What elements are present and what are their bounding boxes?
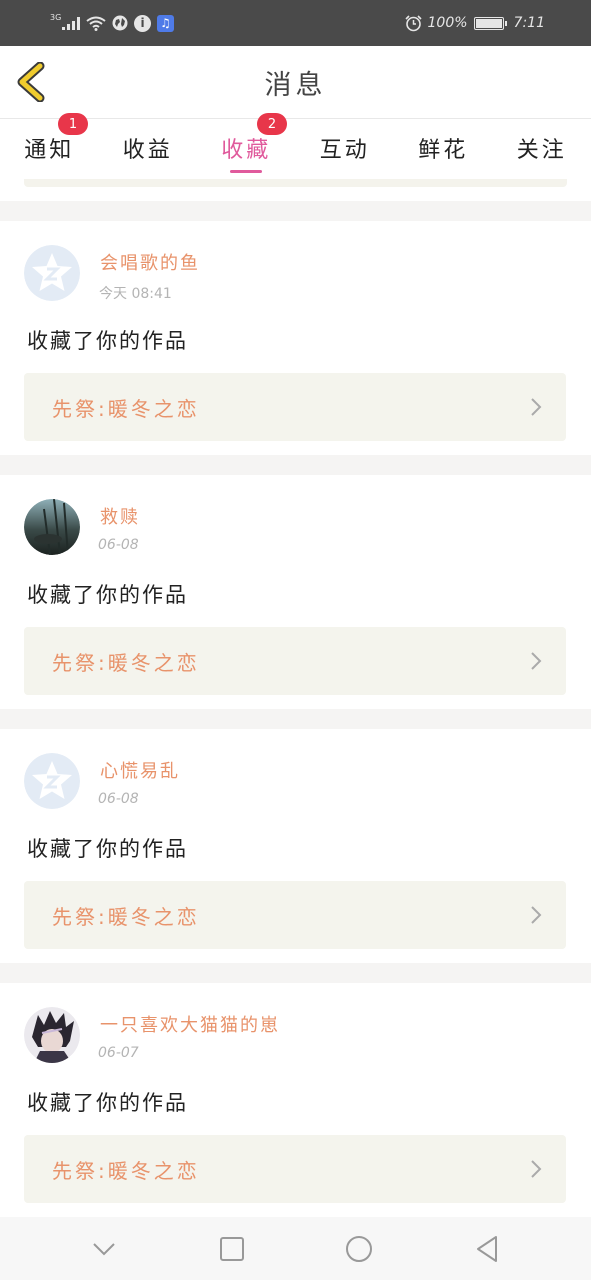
info-icon: i [134, 14, 151, 32]
timestamp: 今天 08:41 [99, 286, 172, 302]
default-avatar-icon [24, 245, 80, 301]
user-name[interactable]: 救赎 [100, 503, 140, 529]
timestamp: 06-08 [98, 537, 139, 553]
system-nav-bar [0, 1217, 591, 1280]
message-list[interactable]: 会唱歌的鱼 今天 08:41 收藏了你的作品 先祭:暖冬之恋 救赎 06-08 … [0, 179, 591, 1217]
tab-favorites[interactable]: 收藏 2 [197, 113, 296, 179]
signal-icon: 3G [50, 13, 80, 30]
music-icon: ♫ [157, 14, 174, 32]
tab-bar: 通知 1 收益 收藏 2 互动 鲜花 关注 [0, 113, 591, 179]
tab-label: 关注 [516, 138, 567, 163]
work-title: 先祭:暖冬之恋 [52, 1159, 200, 1183]
tab-label: 互动 [319, 138, 370, 163]
photo-avatar-icon [24, 499, 80, 555]
action-text: 收藏了你的作品 [27, 837, 188, 861]
user-name[interactable]: 一只喜欢大猫猫的崽 [100, 1011, 280, 1037]
wifi-icon [86, 16, 106, 31]
previous-card-remnant [0, 179, 591, 201]
list-item: 会唱歌的鱼 今天 08:41 收藏了你的作品 先祭:暖冬之恋 [0, 221, 591, 455]
battery-percent: 100% [427, 15, 468, 31]
back-button[interactable] [14, 61, 50, 103]
square-icon [219, 1236, 244, 1261]
alarm-icon [404, 14, 422, 32]
chevron-right-icon [531, 906, 542, 924]
chevron-left-icon [17, 61, 45, 103]
work-link[interactable]: 先祭:暖冬之恋 [24, 881, 566, 949]
tab-notifications[interactable]: 通知 1 [0, 113, 99, 179]
globe-icon [112, 15, 128, 31]
network-type: 3G [50, 13, 62, 22]
avatar[interactable] [24, 1007, 80, 1063]
battery-icon [473, 16, 507, 30]
status-left: 3G i ♫ [50, 13, 174, 32]
list-item: 救赎 06-08 收藏了你的作品 先祭:暖冬之恋 [0, 475, 591, 709]
back-nav-button[interactable] [467, 1229, 507, 1269]
tab-label: 收益 [122, 138, 173, 163]
timestamp: 06-07 [98, 1045, 139, 1061]
home-button[interactable] [339, 1229, 379, 1269]
circle-icon [346, 1235, 373, 1262]
action-text: 收藏了你的作品 [27, 583, 188, 607]
status-bar: 3G i ♫ 100% 7:11 [0, 0, 591, 46]
work-link[interactable]: 先祭:暖冬之恋 [24, 373, 566, 441]
chevron-right-icon [531, 398, 542, 416]
status-right: 100% 7:11 [404, 14, 545, 32]
page-title: 消息 [264, 69, 327, 101]
avatar[interactable] [24, 499, 80, 555]
tab-label: 鲜花 [418, 138, 469, 163]
action-text: 收藏了你的作品 [27, 329, 188, 353]
chevron-right-icon [531, 1160, 542, 1178]
work-link[interactable]: 先祭:暖冬之恋 [24, 1135, 566, 1203]
tab-label: 收藏 [221, 138, 272, 163]
notification-badge: 2 [257, 113, 287, 135]
tab-follows[interactable]: 关注 [493, 119, 591, 179]
chevron-right-icon [531, 652, 542, 670]
tab-label: 通知 [24, 138, 75, 163]
notification-badge: 1 [58, 113, 88, 135]
tab-earnings[interactable]: 收益 [99, 119, 198, 179]
list-item: 一只喜欢大猫猫的崽 06-07 收藏了你的作品 先祭:暖冬之恋 [0, 983, 591, 1217]
timestamp: 06-08 [98, 791, 139, 807]
chevron-down-icon [93, 1242, 115, 1255]
collapse-nav-button[interactable] [84, 1229, 124, 1269]
avatar[interactable] [24, 245, 80, 301]
avatar[interactable] [24, 753, 80, 809]
work-title: 先祭:暖冬之恋 [52, 397, 200, 421]
triangle-back-icon [477, 1235, 498, 1262]
anime-avatar-icon [24, 1007, 80, 1063]
header: 消息 [0, 46, 591, 119]
recents-button[interactable] [212, 1229, 252, 1269]
tab-interactions[interactable]: 互动 [296, 119, 395, 179]
active-tab-indicator [230, 170, 263, 173]
work-title: 先祭:暖冬之恋 [52, 905, 200, 929]
work-title: 先祭:暖冬之恋 [52, 651, 200, 675]
list-item: 心慌易乱 06-08 收藏了你的作品 先祭:暖冬之恋 [0, 729, 591, 963]
tab-flowers[interactable]: 鲜花 [394, 119, 493, 179]
clock: 7:11 [513, 15, 545, 31]
action-text: 收藏了你的作品 [27, 1091, 188, 1115]
work-link[interactable]: 先祭:暖冬之恋 [24, 627, 566, 695]
user-name[interactable]: 会唱歌的鱼 [100, 249, 200, 275]
user-name[interactable]: 心慌易乱 [100, 757, 180, 783]
default-avatar-icon [24, 753, 80, 809]
